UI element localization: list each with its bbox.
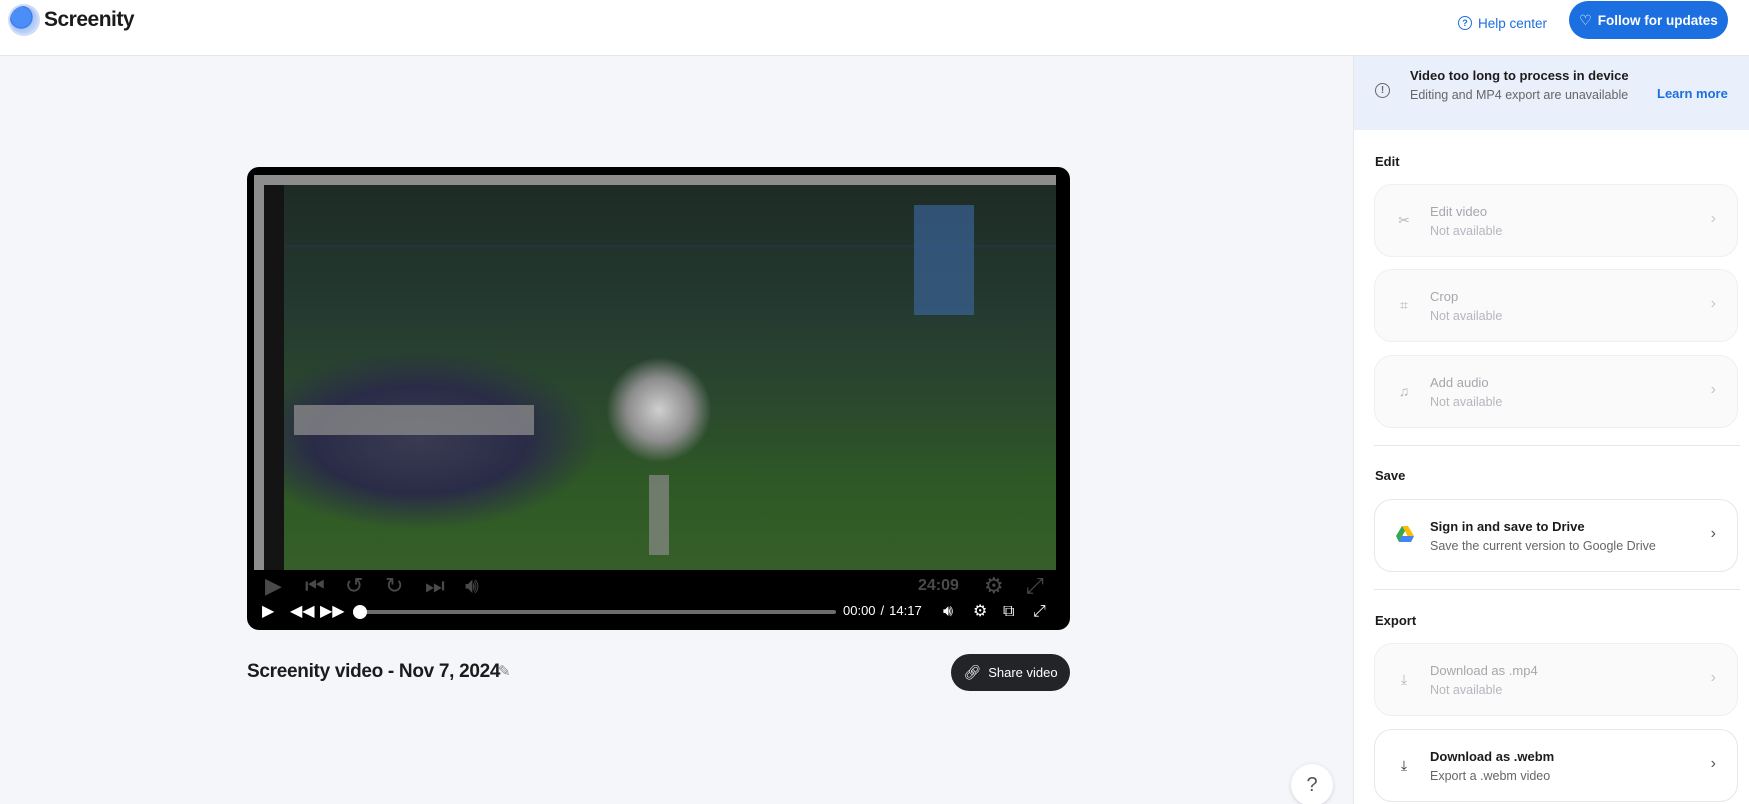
card-subtitle: Not available	[1430, 309, 1503, 323]
video-content-patch	[914, 205, 974, 315]
card-subtitle: Not available	[1430, 224, 1503, 238]
chevron-right-icon: ›	[1710, 525, 1716, 542]
heart-icon: ♡	[1579, 11, 1592, 28]
edit-section-label: Edit	[1375, 154, 1400, 169]
card-title: Edit video	[1430, 204, 1488, 219]
chevron-right-icon: ›	[1710, 755, 1716, 772]
time-separator: /	[880, 603, 885, 618]
top-header: Screenity ? Help center ♡ Follow for upd…	[0, 0, 1749, 56]
save-section-label: Save	[1375, 468, 1406, 483]
video-title[interactable]: Screenity video - Nov 7, 2024	[247, 661, 501, 683]
download-webm-card[interactable]: ⤓ Download as .webm Export a .webm video…	[1374, 729, 1738, 802]
download-icon: ⤓	[1400, 757, 1408, 773]
follow-label: Follow for updates	[1597, 12, 1718, 28]
rewind-icon[interactable]: ◀◀	[290, 603, 315, 621]
share-label: Share video	[988, 665, 1058, 680]
chevron-right-icon: ›	[1710, 295, 1716, 312]
player-controls: ▶ ◀◀ ▶▶ 00:00 / 14:17 🔊︎ ⚙ ⧉ ⤢	[247, 595, 1070, 630]
export-section-label: Export	[1375, 613, 1417, 628]
video-frame	[254, 175, 1056, 570]
card-title: Crop	[1430, 289, 1459, 304]
recorded-time: 24:09	[918, 577, 959, 594]
help-center-label: Help center	[1478, 15, 1548, 31]
scissors-icon: ✂	[1398, 212, 1410, 228]
current-time: 00:00	[843, 603, 876, 618]
edit-video-card[interactable]: ✂ Edit video Not available ›	[1374, 184, 1738, 257]
card-subtitle: Not available	[1430, 683, 1503, 697]
volume-icon[interactable]: 🔊︎	[943, 603, 953, 621]
card-subtitle: Not available	[1430, 395, 1503, 409]
info-icon: !	[1375, 83, 1390, 98]
recorded-fullscreen-icon: ⤢	[1026, 573, 1044, 598]
crop-card[interactable]: ⌗ Crop Not available ›	[1374, 269, 1738, 342]
processing-alert: ! Video too long to process in device Ed…	[1354, 56, 1749, 130]
recorded-volume-icon: 🔊︎	[465, 573, 479, 598]
recorded-play-icon: ▶	[265, 573, 282, 598]
section-divider	[1374, 589, 1740, 590]
question-circle-icon: ?	[1458, 16, 1472, 30]
video-player[interactable]: ▶ ⏮ ↺ ↻ ⏭ 🔊︎ 24:09 ⚙ ⤢ ▶ ◀◀ ▶▶ 00:00 / 14:…	[247, 167, 1070, 630]
help-fab-button[interactable]: ?	[1291, 764, 1333, 804]
card-subtitle: Save the current version to Google Drive	[1430, 539, 1656, 553]
video-content-patch	[649, 475, 669, 555]
download-icon: ⤓	[1400, 671, 1408, 687]
card-title: Download as .mp4	[1430, 663, 1538, 678]
card-subtitle: Export a .webm video	[1430, 769, 1551, 783]
crop-icon: ⌗	[1400, 297, 1408, 313]
card-title: Add audio	[1430, 375, 1489, 390]
play-icon[interactable]: ▶	[262, 603, 274, 621]
pip-icon[interactable]: ⧉	[1003, 603, 1014, 621]
video-content-patch	[294, 405, 534, 435]
help-center-link[interactable]: ? Help center	[1458, 11, 1547, 35]
app-logo[interactable]: Screenity	[10, 6, 135, 34]
fast-forward-icon[interactable]: ▶▶	[320, 603, 345, 621]
music-note-icon: ♫	[1398, 383, 1410, 399]
app-name: Screenity	[44, 8, 135, 31]
share-video-button[interactable]: 🔗︎ Share video	[951, 654, 1070, 691]
logo-icon	[10, 6, 38, 34]
add-audio-card[interactable]: ♫ Add audio Not available ›	[1374, 355, 1738, 428]
seek-thumb[interactable]	[353, 605, 367, 619]
section-divider	[1374, 445, 1740, 446]
settings-icon[interactable]: ⚙	[973, 603, 987, 621]
recorded-rewind-30-icon: ↺	[345, 573, 364, 598]
time-readout: 00:00 / 14:17	[843, 603, 922, 618]
sidebar: ! Video too long to process in device Ed…	[1353, 56, 1749, 804]
fullscreen-icon[interactable]: ⤢	[1033, 603, 1046, 621]
follow-for-updates-button[interactable]: ♡ Follow for updates	[1569, 1, 1728, 39]
chevron-right-icon: ›	[1710, 210, 1716, 227]
recorded-skip-back-icon: ⏮	[305, 573, 325, 598]
recorded-forward-30-icon: ↻	[385, 573, 404, 598]
card-title: Download as .webm	[1430, 749, 1555, 764]
link-icon: 🔗︎	[963, 664, 982, 680]
seek-bar[interactable]	[353, 605, 836, 619]
pencil-icon[interactable]: ✎	[498, 662, 511, 680]
recorded-skip-forward-icon: ⏭	[425, 573, 445, 598]
chevron-right-icon: ›	[1710, 381, 1716, 398]
card-title: Sign in and save to Drive	[1430, 519, 1585, 534]
download-mp4-card[interactable]: ⤓ Download as .mp4 Not available ›	[1374, 643, 1738, 716]
chevron-right-icon: ›	[1710, 669, 1716, 686]
duration: 14:17	[889, 603, 922, 618]
alert-title: Video too long to process in device	[1410, 68, 1629, 83]
google-drive-icon	[1396, 526, 1414, 542]
learn-more-link[interactable]: Learn more	[1657, 86, 1728, 101]
alert-body: Editing and MP4 export are unavailable	[1410, 88, 1629, 102]
save-to-drive-card[interactable]: Sign in and save to Drive Save the curre…	[1374, 499, 1738, 572]
recorded-settings-icon: ⚙	[984, 573, 1004, 598]
